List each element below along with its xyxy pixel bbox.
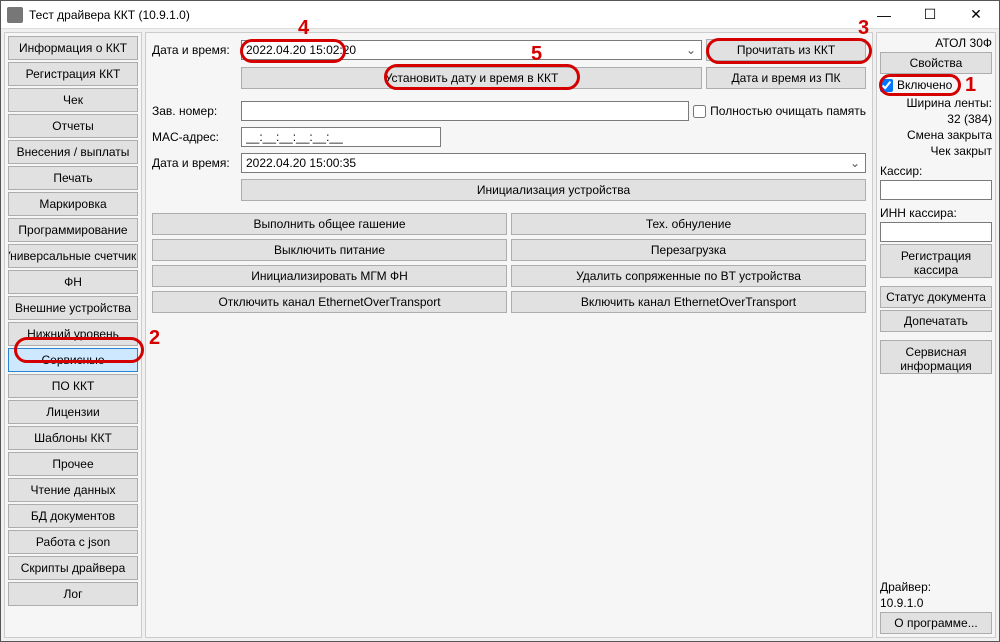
inn-input[interactable]	[880, 222, 992, 242]
nav-item[interactable]: Отчеты	[8, 114, 138, 138]
about-button[interactable]: О программе...	[880, 612, 992, 634]
nav-item[interactable]: Чек	[8, 88, 138, 112]
nav-item[interactable]: Работа с json	[8, 530, 138, 554]
action-button[interactable]: Удалить сопряженные по BT устройства	[511, 265, 866, 287]
cashier-input[interactable]	[880, 180, 992, 200]
nav-item[interactable]: Программирование	[8, 218, 138, 242]
nav-item[interactable]: Лицензии	[8, 400, 138, 424]
serial-input[interactable]	[241, 101, 689, 121]
maximize-button[interactable]: ☐	[907, 1, 953, 29]
nav-item[interactable]: Прочее	[8, 452, 138, 476]
close-button[interactable]: ✕	[953, 1, 999, 29]
enabled-checkbox[interactable]: Включено	[880, 78, 992, 92]
nav-item[interactable]: ПО ККТ	[8, 374, 138, 398]
nav-item[interactable]: Лог	[8, 582, 138, 606]
nav-item[interactable]: Информация о ККТ	[8, 36, 138, 60]
action-button[interactable]: Выключить питание	[152, 239, 507, 261]
action-button[interactable]: Отключить канал EthernetOverTransport	[152, 291, 507, 313]
set-datetime-kkt-button[interactable]: Установить дату и время в ККТ	[241, 67, 702, 89]
nav-item[interactable]: Шаблоны ККТ	[8, 426, 138, 450]
register-cashier-button[interactable]: Регистрация кассира	[880, 244, 992, 278]
action-button[interactable]: Инициализировать МГМ ФН	[152, 265, 507, 287]
inn-label: ИНН кассира:	[880, 206, 992, 220]
datetime2-value: 2022.04.20 15:00:35	[246, 156, 356, 170]
nav-item[interactable]: Внесения / выплаты	[8, 140, 138, 164]
nav-item[interactable]: Чтение данных	[8, 478, 138, 502]
cashier-label: Кассир:	[880, 164, 992, 178]
datetime-combo[interactable]: 2022.04.20 15:02:20 ⌄	[241, 40, 702, 60]
shift-closed: Смена закрыта	[880, 128, 992, 142]
nav-item[interactable]: Универсальные счетчики	[8, 244, 138, 268]
nav-item[interactable]: БД документов	[8, 504, 138, 528]
driver-version: 10.9.1.0	[880, 596, 992, 610]
datetime2-label: Дата и время:	[152, 156, 237, 170]
left-nav: Информация о ККТРегистрация ККТЧекОтчеты…	[4, 32, 142, 638]
tape-width-value: 32 (384)	[880, 112, 992, 126]
chevron-down-icon: ⌄	[683, 43, 699, 57]
mac-label: MAC-адрес:	[152, 130, 237, 144]
nav-item[interactable]: Скрипты драйвера	[8, 556, 138, 580]
init-device-button[interactable]: Инициализация устройства	[241, 179, 866, 201]
device-model: АТОЛ 30Ф	[880, 36, 992, 50]
driver-label: Драйвер:	[880, 580, 992, 594]
nav-item[interactable]: Нижний уровень	[8, 322, 138, 346]
datetime2-combo[interactable]: 2022.04.20 15:00:35 ⌄	[241, 153, 866, 173]
nav-item[interactable]: ФН	[8, 270, 138, 294]
datetime-value: 2022.04.20 15:02:20	[246, 43, 356, 57]
nav-item[interactable]: Регистрация ККТ	[8, 62, 138, 86]
serial-label: Зав. номер:	[152, 104, 237, 118]
mac-input[interactable]	[241, 127, 441, 147]
full-clear-memory-checkbox[interactable]: Полностью очищать память	[693, 104, 866, 118]
window-title: Тест драйвера ККТ (10.9.1.0)	[29, 8, 190, 22]
doc-status-button[interactable]: Статус документа	[880, 286, 992, 308]
nav-item[interactable]: Сервисные	[8, 348, 138, 372]
center-panel: Дата и время: 2022.04.20 15:02:20 ⌄ Проч…	[145, 32, 873, 638]
app-icon	[7, 7, 23, 23]
action-button[interactable]: Перезагрузка	[511, 239, 866, 261]
nav-item[interactable]: Внешние устройства	[8, 296, 138, 320]
read-from-kkt-button[interactable]: Прочитать из ККТ	[706, 39, 866, 61]
chevron-down-icon: ⌄	[847, 156, 863, 170]
titlebar: Тест драйвера ККТ (10.9.1.0) — ☐ ✕	[1, 1, 999, 29]
nav-item[interactable]: Маркировка	[8, 192, 138, 216]
service-info-button[interactable]: Сервисная информация	[880, 340, 992, 374]
action-button[interactable]: Тех. обнуление	[511, 213, 866, 235]
check-closed: Чек закрыт	[880, 144, 992, 158]
datetime-label: Дата и время:	[152, 43, 237, 57]
right-panel: АТОЛ 30Ф Свойства Включено Ширина ленты:…	[876, 32, 996, 638]
nav-item[interactable]: Печать	[8, 166, 138, 190]
properties-button[interactable]: Свойства	[880, 52, 992, 74]
minimize-button[interactable]: —	[861, 1, 907, 29]
action-button[interactable]: Включить канал EthernetOverTransport	[511, 291, 866, 313]
action-button[interactable]: Выполнить общее гашение	[152, 213, 507, 235]
tape-width-label: Ширина ленты:	[880, 96, 992, 110]
datetime-from-pc-button[interactable]: Дата и время из ПК	[706, 67, 866, 89]
reprint-button[interactable]: Допечатать	[880, 310, 992, 332]
